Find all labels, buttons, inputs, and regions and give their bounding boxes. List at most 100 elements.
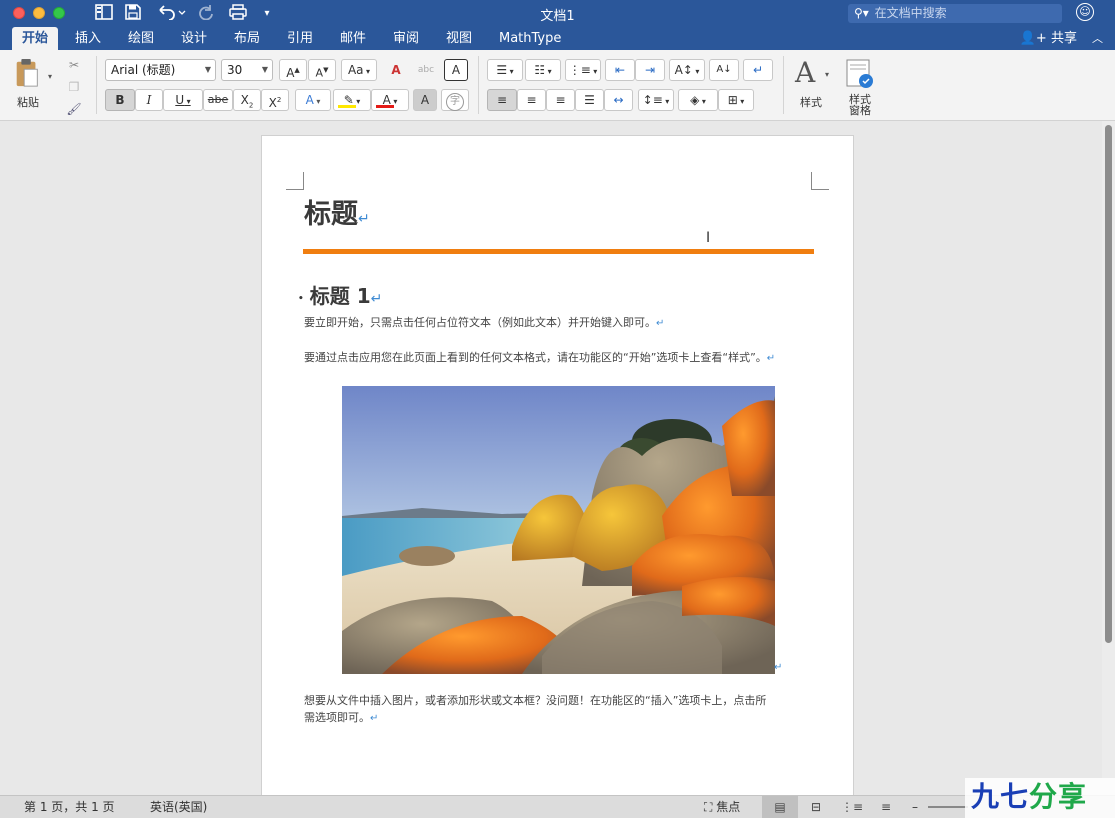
decrease-indent-button[interactable]: ⇤ — [605, 59, 635, 81]
save-icon[interactable] — [123, 4, 143, 23]
web-layout-icon: ⊟ — [810, 800, 822, 814]
draft-view-button[interactable]: ≡ — [868, 796, 904, 818]
increase-indent-button[interactable]: ⇥ — [635, 59, 665, 81]
cut-icon[interactable]: ✂ — [64, 54, 84, 76]
styles-button[interactable]: A ▾ 样式 — [789, 56, 835, 116]
text-effects-button[interactable]: A ▾ — [295, 89, 331, 111]
font-color-button[interactable]: A ▾ — [371, 89, 409, 111]
page-count-status[interactable]: 第 1 页，共 1 页 — [24, 796, 115, 818]
tab-layout[interactable]: 布局 — [224, 27, 270, 50]
share-button[interactable]: 👤+ 共享 — [1020, 27, 1077, 50]
line-spacing-button[interactable]: ↕≡ ▾ — [638, 89, 674, 111]
strikethrough-button[interactable]: abe — [203, 89, 233, 111]
paragraph-mark-icon: ↵ — [358, 211, 370, 227]
maximize-window-button[interactable] — [53, 7, 65, 19]
shading-button[interactable]: ◈ ▾ — [678, 89, 718, 111]
multilevel-list-button[interactable]: ⋮≡ ▾ — [565, 59, 601, 81]
close-window-button[interactable] — [13, 7, 25, 19]
tab-review[interactable]: 审阅 — [383, 27, 429, 50]
brand-watermark: 九七分享吧 — [965, 778, 1115, 818]
heading-1-text[interactable]: • 标题 1↵ — [298, 280, 382, 309]
tab-view[interactable]: 视图 — [436, 27, 482, 50]
paragraph-text: 要立即开始，只需点击任何占位符文本（例如此文本）并开始键入即可。 — [304, 316, 656, 329]
collapse-ribbon-icon[interactable]: ︿ — [1092, 27, 1103, 50]
tab-mathtype[interactable]: MathType — [489, 27, 571, 50]
bold-label: B — [115, 93, 125, 107]
borders-button[interactable]: ⊞ ▾ — [718, 89, 754, 111]
bold-button[interactable]: B — [105, 89, 135, 111]
paragraph-mark-icon: ↵ — [774, 662, 783, 673]
align-left-button[interactable]: ≡ — [487, 89, 517, 111]
ribbon-divider — [783, 56, 784, 114]
tab-design[interactable]: 设计 — [171, 27, 217, 50]
minimize-window-button[interactable] — [33, 7, 45, 19]
phonetic-guide-button[interactable]: abc — [412, 59, 440, 81]
customize-toolbar-icon[interactable]: ▾ — [259, 4, 275, 23]
body-paragraph[interactable]: 想要从文件中插入图片，或者添加形状或文本框？没问题！在功能区的“插入”选项卡上，… — [304, 692, 766, 727]
heading-marker-icon: • — [298, 294, 304, 304]
focus-mode-button[interactable]: ⛶ 焦点 — [704, 796, 740, 818]
paragraph-text: 想要从文件中插入图片，或者添加形状或文本框？没问题！在功能区的“插入”选项卡上，… — [304, 694, 767, 707]
align-center-icon: ≡ — [526, 93, 537, 107]
align-right-button[interactable]: ≡ — [546, 89, 575, 111]
font-name-select[interactable]: Arial (标题) ▼ — [105, 59, 216, 81]
styles-icon: A — [795, 56, 816, 89]
print-layout-view-button[interactable]: ▤ — [762, 796, 798, 818]
distributed-button[interactable]: ↔ — [604, 89, 633, 111]
search-input[interactable]: ⚲▾ 在文档中搜索 — [848, 4, 1062, 23]
tab-mailings[interactable]: 邮件 — [330, 27, 376, 50]
styles-pane-button[interactable]: 样式 窗格 — [840, 56, 880, 118]
vertical-scrollbar[interactable] — [1102, 121, 1115, 795]
sort-button[interactable]: A↓ — [709, 59, 739, 81]
justify-button[interactable]: ☰ — [575, 89, 604, 111]
zoom-slider[interactable] — [928, 806, 968, 808]
redo-icon[interactable] — [196, 4, 216, 23]
inserted-photo[interactable] — [342, 386, 775, 674]
text-direction-button[interactable]: A↕ ▾ — [669, 59, 705, 81]
scrollbar-thumb[interactable] — [1105, 125, 1112, 643]
bullets-button[interactable]: ☰ ▾ — [487, 59, 523, 81]
body-paragraph[interactable]: 要立即开始，只需点击任何占位符文本（例如此文本）并开始键入即可。↵ — [304, 314, 664, 332]
shrink-font-button[interactable]: A▼ — [308, 59, 336, 81]
paste-button[interactable]: ▾ 粘贴 — [8, 54, 56, 114]
print-icon[interactable] — [227, 4, 249, 23]
character-shading-button[interactable]: A — [413, 89, 437, 111]
sidebar-toggle-icon[interactable] — [94, 4, 114, 23]
distributed-icon: ↔ — [613, 93, 624, 107]
tab-home[interactable]: 开始 — [12, 27, 59, 50]
show-formatting-button[interactable]: ↵ — [743, 59, 773, 81]
feedback-smiley-icon[interactable]: ☺ — [1076, 3, 1094, 21]
print-layout-icon: ▤ — [774, 800, 786, 814]
clear-format-label: A — [391, 63, 401, 77]
tab-insert[interactable]: 插入 — [65, 27, 111, 50]
document-title-text[interactable]: 标题↵ — [304, 192, 370, 231]
tab-draw[interactable]: 绘图 — [118, 27, 164, 50]
copy-icon[interactable]: ❐ — [64, 76, 84, 98]
coastal-rocks-image — [342, 386, 775, 674]
italic-button[interactable]: I — [135, 89, 163, 111]
character-border-button[interactable]: A — [444, 59, 468, 81]
undo-icon[interactable] — [155, 4, 187, 23]
font-size-select[interactable]: 30 ▼ — [221, 59, 273, 81]
clear-formatting-button[interactable]: A — [382, 59, 410, 81]
tab-references[interactable]: 引用 — [277, 27, 323, 50]
zoom-out-button[interactable]: – — [912, 796, 918, 818]
change-case-button[interactable]: Aa ▾ — [341, 59, 377, 81]
format-painter-icon[interactable]: 🖌 — [64, 98, 84, 120]
document-page[interactable]: 标题↵ I • 标题 1↵ 要立即开始，只需点击任何占位符文本（例如此文本）并开始… — [261, 135, 854, 795]
underline-button[interactable]: U ▾ — [163, 89, 203, 111]
numbering-button[interactable]: ☷ ▾ — [525, 59, 561, 81]
web-layout-view-button[interactable]: ⊟ — [798, 796, 834, 818]
align-center-button[interactable]: ≡ — [517, 89, 546, 111]
outline-view-button[interactable]: ⋮≡ — [834, 796, 870, 818]
language-status[interactable]: 英语(英国) — [150, 796, 207, 818]
title-text: 标题 — [304, 199, 358, 230]
highlight-color-button[interactable]: ✎ ▾ — [333, 89, 371, 111]
superscript-button[interactable]: X2 — [261, 89, 289, 111]
add-person-icon: 👤+ — [1019, 31, 1047, 46]
grow-font-button[interactable]: A▲ — [279, 59, 307, 81]
enclose-characters-button[interactable]: 字 — [441, 89, 469, 111]
subscript-button[interactable]: X2 — [233, 89, 261, 111]
change-case-label: Aa — [347, 63, 364, 77]
body-paragraph[interactable]: 要通过点击应用您在此页面上看到的任何文本格式，请在功能区的“开始”选项卡上查看“… — [304, 349, 775, 367]
